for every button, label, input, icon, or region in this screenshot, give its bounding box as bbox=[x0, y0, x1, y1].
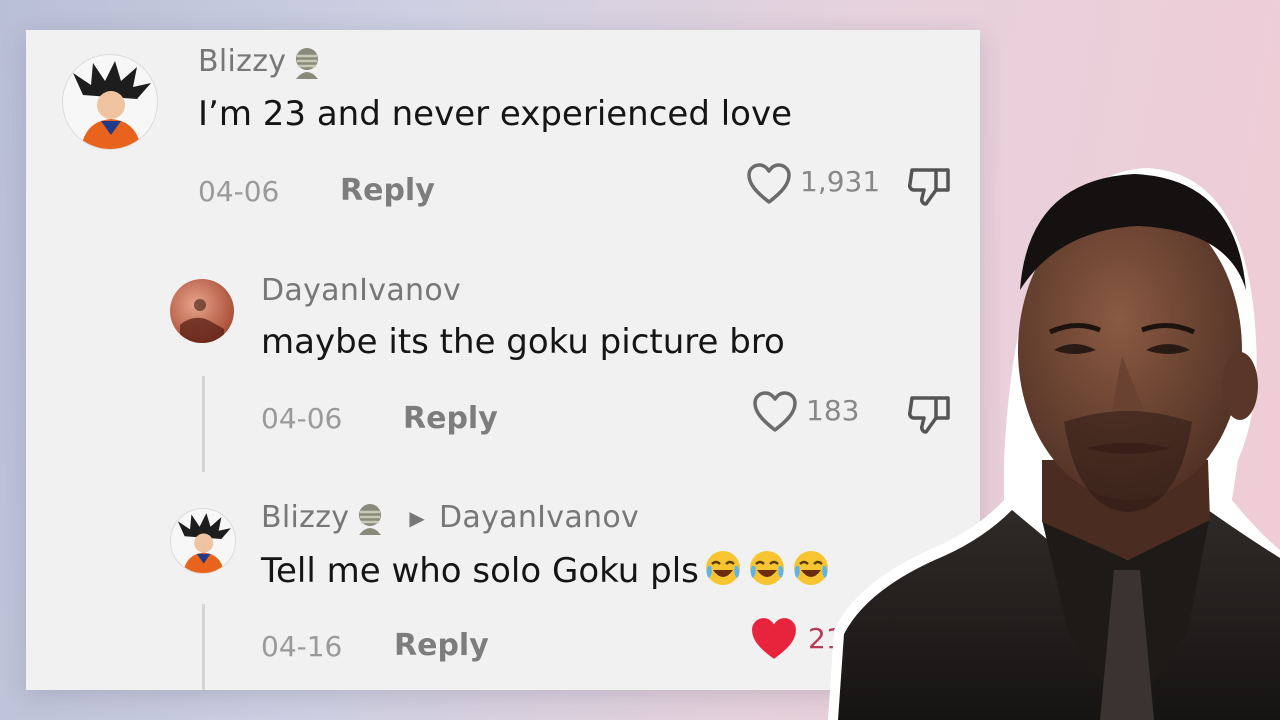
joy-emoji-icon bbox=[749, 551, 784, 585]
joy-emoji-icon bbox=[793, 551, 828, 585]
comment-username[interactable]: DayanIvanov bbox=[261, 273, 461, 308]
username-text[interactable]: Blizzy bbox=[198, 44, 286, 79]
goku-avatar[interactable] bbox=[170, 508, 236, 574]
reply-button[interactable]: Reply bbox=[403, 401, 498, 436]
comment-date: 04-06 bbox=[261, 402, 343, 435]
reply-button[interactable]: Reply bbox=[340, 173, 435, 208]
goku-avatar[interactable] bbox=[62, 54, 158, 150]
comment-username[interactable]: Blizzy ▶ DayanIvanov bbox=[261, 500, 639, 535]
username-text[interactable]: DayanIvanov bbox=[261, 273, 461, 308]
mummy-emoji-icon bbox=[359, 503, 382, 535]
reply-to-username[interactable]: DayanIvanov bbox=[439, 500, 639, 535]
comment-username[interactable]: Blizzy bbox=[198, 44, 324, 79]
comment-text: Tell me who solo Goku pls bbox=[261, 548, 831, 591]
comment-text: maybe its the goku picture bro bbox=[261, 322, 785, 362]
mummy-emoji-icon bbox=[296, 47, 319, 79]
username-text[interactable]: Blizzy bbox=[261, 500, 349, 535]
heart-icon[interactable] bbox=[752, 390, 798, 434]
comment-text: I’m 23 and never experienced love bbox=[198, 94, 793, 134]
reply-button[interactable]: Reply bbox=[394, 628, 489, 663]
person-photo-overlay bbox=[828, 168, 1280, 720]
reddish-photo-avatar[interactable] bbox=[170, 279, 234, 343]
reply-arrow-icon: ▶ bbox=[409, 505, 425, 530]
comment-date: 04-16 bbox=[261, 630, 343, 663]
thread-line bbox=[202, 376, 205, 472]
heart-icon[interactable] bbox=[746, 162, 792, 206]
thread-line bbox=[202, 604, 205, 690]
comment-date: 04-06 bbox=[198, 175, 280, 208]
joy-emoji-icon bbox=[705, 551, 740, 585]
comment-text-body: Tell me who solo Goku pls bbox=[261, 551, 699, 591]
heart-filled-icon[interactable] bbox=[750, 616, 798, 662]
